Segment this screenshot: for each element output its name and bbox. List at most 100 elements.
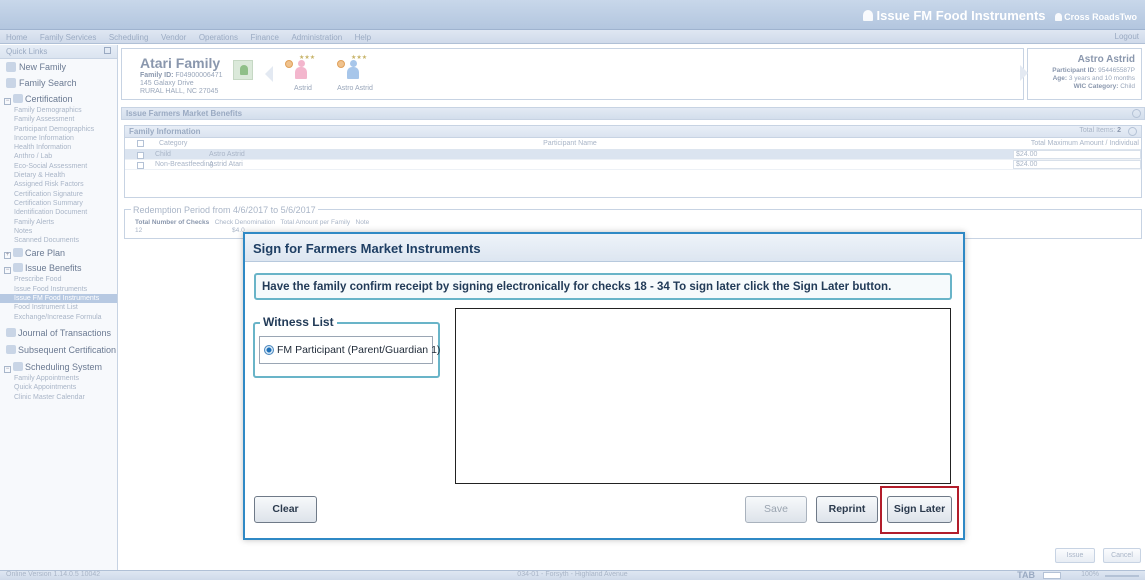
sidebar-item[interactable]: Notes xyxy=(0,227,117,236)
quick-links-header: Quick Links xyxy=(0,45,117,59)
sidebar-new-family[interactable]: New Family xyxy=(0,59,117,75)
row-category: Non-Breastfeeding xyxy=(155,161,214,168)
witness-item[interactable]: FM Participant (Parent/Guardian 1) xyxy=(259,336,440,364)
sidebar-item[interactable]: Clinic Master Calendar xyxy=(0,393,117,402)
care-plan-icon xyxy=(13,248,23,258)
sidebar-item[interactable]: Assigned Risk Factors xyxy=(0,180,117,189)
menu-scheduling[interactable]: Scheduling xyxy=(109,33,149,42)
table-header: Category Participant Name Total Maximum … xyxy=(125,138,1141,150)
sidebar-item[interactable]: Health Information xyxy=(0,143,117,152)
sidebar-item[interactable]: Scanned Documents xyxy=(0,236,117,245)
menu-family-services[interactable]: Family Services xyxy=(40,33,96,42)
sidebar-item[interactable]: Family Assessment xyxy=(0,115,117,124)
sidebar-item-active[interactable]: Issue FM Food Instruments xyxy=(0,294,117,304)
participant-card: Astro Astrid Participant ID: 954465587P … xyxy=(1020,48,1142,100)
sidebar-family-search[interactable]: Family Search xyxy=(0,75,117,91)
save-button[interactable]: Save xyxy=(745,496,807,523)
row-checkbox[interactable] xyxy=(137,162,144,169)
sidebar-section-journal[interactable]: Journal of Transactions xyxy=(0,325,117,339)
collapse-icon[interactable]: − xyxy=(4,98,11,105)
sidebar-item[interactable]: Family Demographics xyxy=(0,106,117,115)
sidebar-item[interactable]: Participant Demographics xyxy=(0,125,117,134)
family-name: Atari Family xyxy=(140,55,221,71)
table-row[interactable]: Child Astro Astrid $24.00 xyxy=(125,150,1141,160)
clinic-info: 034-01 - Forsyth - Highland Avenue xyxy=(517,571,628,578)
sidebar-item[interactable]: Issue Food Instruments xyxy=(0,285,117,294)
subsequent-certification-icon xyxy=(6,344,16,354)
member-card[interactable]: ★★★ Astro Astrid xyxy=(325,54,385,96)
redemption-labels: Total Number of Checks Check Denominatio… xyxy=(135,219,370,226)
sidebar-section-care-plan[interactable]: + Care Plan xyxy=(0,245,117,260)
sidebar-item[interactable]: Certification Summary xyxy=(0,199,117,208)
child-figure-icon xyxy=(347,60,359,80)
sidebar-item[interactable]: Anthro / Lab xyxy=(0,152,117,161)
sidebar-item[interactable]: Dietary & Health xyxy=(0,171,117,180)
issue-button[interactable]: Issue xyxy=(1055,548,1095,563)
sidebar-section-certification[interactable]: − Certification xyxy=(0,91,117,106)
sidebar: Quick Links New Family Family Search − Ce… xyxy=(0,45,118,570)
status-bar: Online Version 1.14.0.5 10042 034-01 - F… xyxy=(0,570,1145,580)
sidebar-item[interactable]: Exchange/Increase Formula xyxy=(0,313,117,322)
menu-finance[interactable]: Finance xyxy=(250,33,278,42)
sidebar-item[interactable]: Family Appointments xyxy=(0,374,117,383)
menu-vendor[interactable]: Vendor xyxy=(161,33,186,42)
female-figure-icon xyxy=(295,60,307,80)
sidebar-item[interactable]: Prescribe Food xyxy=(0,275,117,284)
row-amount-field[interactable]: $24.00 xyxy=(1013,150,1141,159)
logout-link[interactable]: Logout xyxy=(1115,32,1139,41)
reprint-button[interactable]: Reprint xyxy=(816,496,878,523)
row-participant: Astrid Atari xyxy=(209,161,243,168)
sidebar-section-scheduling[interactable]: − Scheduling System xyxy=(0,359,117,374)
sign-dialog: Sign for Farmers Market Instruments Have… xyxy=(243,232,965,540)
participant-name: Astro Astrid xyxy=(1077,54,1135,65)
help-icon[interactable] xyxy=(1132,109,1141,118)
row-amount-field[interactable]: $24.00 xyxy=(1013,160,1141,169)
journal-icon xyxy=(6,327,16,337)
user-icon xyxy=(1055,13,1063,21)
sidebar-item[interactable]: Certification Signature xyxy=(0,190,117,199)
witness-list: Witness List FM Participant (Parent/Guar… xyxy=(253,315,440,378)
zoom-level: 100% xyxy=(1081,571,1099,578)
clear-button[interactable]: Clear xyxy=(254,496,317,523)
total-items: Total Items: 2 xyxy=(1079,127,1121,134)
sign-later-highlight xyxy=(880,486,959,534)
keyboard-icon[interactable] xyxy=(1043,572,1061,579)
family-details: Family ID: F04900006471 145 Galaxy Drive… xyxy=(140,72,223,95)
radio-selected-icon[interactable] xyxy=(264,345,274,355)
zoom-slider[interactable] xyxy=(1105,575,1139,577)
dialog-title-bar: Sign for Farmers Market Instruments xyxy=(245,234,963,262)
scroll-left-icon[interactable] xyxy=(265,66,273,82)
search-icon xyxy=(6,78,16,88)
sidebar-section-subsequent[interactable]: Subsequent Certification xyxy=(0,342,117,356)
sidebar-item[interactable]: Eco-Social Assessment xyxy=(0,162,117,171)
row-checkbox[interactable] xyxy=(137,152,144,159)
column-participant[interactable]: Participant Name xyxy=(125,140,1015,147)
column-amount[interactable]: Total Maximum Amount / Individual xyxy=(1031,140,1139,147)
redemption-period-title: Redemption Period from 4/6/2017 to 5/6/2… xyxy=(131,205,318,215)
menu-administration[interactable]: Administration xyxy=(291,33,342,42)
member-card[interactable]: ★★★ Astrid xyxy=(273,54,333,96)
menu-help[interactable]: Help xyxy=(355,33,371,42)
participant-details: Participant ID: 954465587P Age: 3 years … xyxy=(1052,67,1135,90)
table-row[interactable]: Non-Breastfeeding Astrid Atari $24.00 xyxy=(125,160,1141,170)
refresh-icon[interactable] xyxy=(1128,127,1137,136)
scroll-right-icon[interactable] xyxy=(1020,65,1028,81)
sidebar-item[interactable]: Income Information xyxy=(0,134,117,143)
status-dot-icon xyxy=(337,60,345,68)
signature-pad[interactable] xyxy=(455,308,951,484)
menu-home[interactable]: Home xyxy=(6,33,27,42)
collapse-icon[interactable]: − xyxy=(4,267,11,275)
menu-operations[interactable]: Operations xyxy=(199,33,238,42)
sidebar-section-issue-benefits[interactable]: − Issue Benefits xyxy=(0,260,117,275)
sidebar-item[interactable]: Food Instrument List xyxy=(0,303,117,312)
user-name[interactable]: Cross RoadsTwo xyxy=(1055,12,1137,22)
sidebar-item[interactable]: Family Alerts xyxy=(0,218,117,227)
title-bar: Issue FM Food Instruments Cross RoadsTwo xyxy=(0,0,1145,30)
pin-icon[interactable] xyxy=(104,47,111,54)
sidebar-item[interactable]: Quick Appointments xyxy=(0,383,117,392)
expand-icon[interactable]: + xyxy=(4,252,11,260)
sidebar-item[interactable]: Identification Document xyxy=(0,208,117,217)
collapse-icon[interactable]: − xyxy=(4,365,11,373)
cancel-button[interactable]: Cancel xyxy=(1103,548,1141,563)
witness-label: FM Participant (Parent/Guardian 1) xyxy=(277,344,441,356)
